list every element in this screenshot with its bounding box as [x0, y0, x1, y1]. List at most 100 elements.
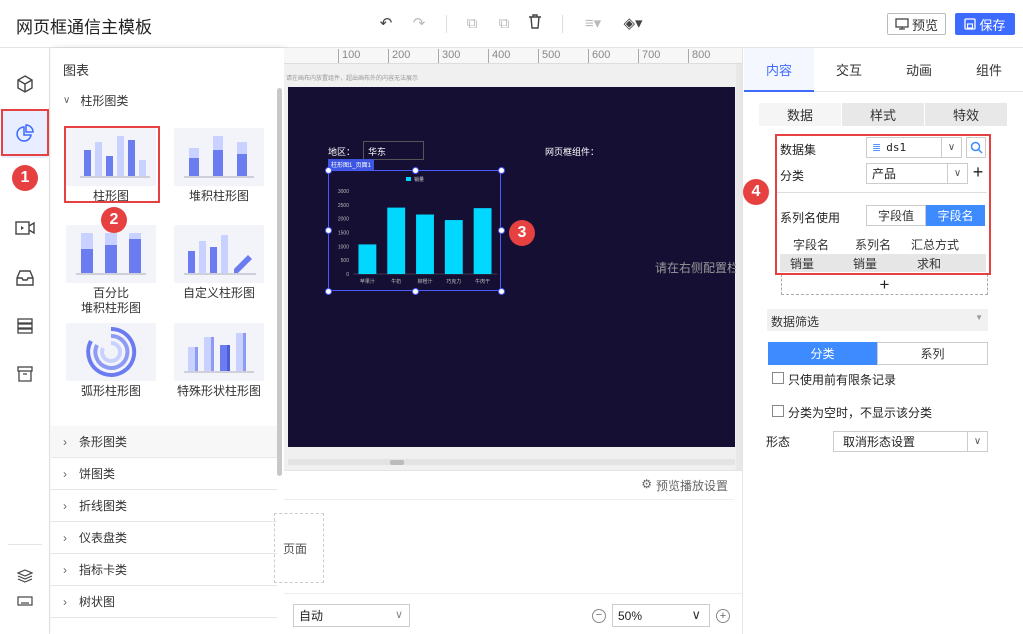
inbox-icon[interactable]	[0, 254, 50, 302]
archive-icon[interactable]	[0, 350, 50, 398]
chevron-down-icon: ∨	[394, 609, 403, 621]
add-field-button[interactable]: +	[781, 274, 988, 295]
redo-icon[interactable]: ↷	[409, 14, 429, 34]
chevron-right-icon: ›	[63, 562, 67, 577]
filter-tab-category[interactable]: 分类	[768, 342, 877, 365]
subtab-effects[interactable]: 特效	[925, 103, 1007, 126]
resize-handle[interactable]	[412, 288, 419, 295]
category-row[interactable]: › 饼图类	[51, 458, 277, 490]
chart-item-arc-bar[interactable]: 弧形柱形图	[61, 323, 161, 399]
category-bar-charts[interactable]: ∨ 柱形图类	[51, 86, 277, 114]
category-label: 条形图类	[79, 435, 128, 449]
chart-name: 百分比 堆积柱形图	[80, 286, 141, 315]
custom-bar-chart-icon	[174, 225, 264, 283]
keyboard-icon[interactable]	[0, 584, 50, 618]
region-label: 地区：	[328, 147, 356, 157]
zoom-select[interactable]: 50% ∨	[612, 604, 710, 627]
subtab-style[interactable]: 样式	[842, 103, 924, 126]
preview-button[interactable]: 预览	[887, 13, 946, 35]
canvas-h-scrollbar[interactable]	[288, 459, 735, 465]
delete-icon[interactable]	[525, 14, 545, 34]
tab-animation[interactable]: 动画	[884, 48, 954, 92]
page-thumbnail[interactable]: 页面	[274, 513, 324, 583]
chart-item-custom-bar[interactable]: 自定义柱形图	[169, 225, 269, 301]
right-hint: 请在右侧配置栏	[655, 261, 740, 275]
component-cube-icon[interactable]	[0, 60, 50, 108]
paste-icon[interactable]: ⧉	[494, 14, 514, 34]
y-tick-label: 1500	[338, 231, 349, 237]
category-row[interactable]: › 仪表盘类	[51, 522, 277, 554]
undo-icon[interactable]: ↶	[376, 14, 396, 34]
shape-select[interactable]: 取消形态设置 ∨	[833, 431, 988, 452]
h-scroll-thumb[interactable]	[390, 460, 404, 465]
page-manager: ⚙ 预览播放设置 页面 自动 ∨ − 50% ∨ +	[274, 470, 742, 634]
category-row[interactable]: › 指标卡类	[51, 554, 277, 586]
tab-content[interactable]: 内容	[744, 48, 814, 92]
annotation-box-2	[64, 126, 160, 203]
zoom-in-icon[interactable]: +	[716, 609, 730, 623]
chart-name: 自定义柱形图	[182, 286, 255, 300]
resize-handle[interactable]	[412, 167, 419, 174]
limit-checkbox[interactable]	[772, 372, 784, 384]
legend-label: 销量	[414, 176, 424, 183]
auto-select[interactable]: 自动 ∨	[293, 604, 410, 627]
save-label: 保存	[979, 17, 1006, 33]
ruler-tick: 200	[388, 49, 410, 63]
video-icon[interactable]	[0, 204, 50, 252]
chart-name: 弧形柱形图	[80, 384, 141, 398]
preview-settings[interactable]: ⚙ 预览播放设置	[641, 477, 728, 494]
annotation-badge-2: 2	[101, 207, 127, 233]
database-icon[interactable]	[0, 302, 50, 350]
monitor-icon	[895, 18, 909, 30]
canvas-hint: 请在画布内放置组件，超出画布外的内容无法展示	[286, 76, 419, 82]
chart-name: 堆积柱形图	[188, 189, 249, 203]
resize-handle[interactable]	[498, 288, 505, 295]
category-row[interactable]: › 条形图类	[51, 426, 277, 458]
category-row[interactable]: › 树状图	[51, 586, 277, 618]
chart-widget[interactable]: 0 500 1000 1500 2000 2500 3000 苹果汁 牛奶 柳橙汁 巧克力 牛肉干 销量	[328, 170, 501, 291]
frame-label: 网页框组件：	[545, 147, 600, 157]
resize-handle[interactable]	[325, 227, 332, 234]
filter-tab-series[interactable]: 系列	[877, 342, 988, 365]
resize-handle[interactable]	[325, 288, 332, 295]
zoom-out-icon[interactable]: −	[592, 609, 606, 623]
tab-component[interactable]: 组件	[954, 48, 1023, 92]
chart-item-percent-stacked-bar[interactable]: 百分比 堆积柱形图	[61, 225, 161, 316]
align-icon[interactable]: ≡▾	[580, 14, 606, 34]
category-label: 仪表盘类	[79, 531, 128, 545]
data-filter-header[interactable]: 数据筛选 ▼	[767, 309, 988, 331]
filter-label: 数据筛选	[771, 315, 820, 329]
layer-order-icon[interactable]: ◈▾	[620, 14, 646, 34]
resize-handle[interactable]	[325, 167, 332, 174]
auto-select-value: 自动	[299, 609, 324, 623]
chevron-right-icon: ›	[63, 498, 67, 513]
chart-item-stacked-bar[interactable]: 堆积柱形图	[169, 128, 269, 204]
annotation-badge-3: 3	[509, 220, 535, 246]
subtab-data[interactable]: 数据	[759, 103, 841, 126]
tab-interaction[interactable]: 交互	[814, 48, 884, 92]
panel-title: 图表	[63, 63, 90, 78]
legend-swatch	[406, 177, 411, 181]
chart-item-special-shape-bar[interactable]: 特殊形状柱形图	[169, 323, 269, 399]
y-tick-label: 3000	[338, 189, 349, 195]
ruler-tick: 600	[588, 49, 610, 63]
x-tick-label: 牛奶	[391, 278, 401, 285]
panel-scrollbar[interactable]	[277, 88, 282, 476]
copy-icon[interactable]: ⧉	[462, 14, 482, 34]
bar	[416, 214, 434, 274]
save-icon	[964, 18, 977, 30]
y-tick-label: 500	[341, 258, 350, 264]
save-button[interactable]: 保存	[955, 13, 1015, 35]
region-input[interactable]: 华东	[363, 141, 424, 160]
chevron-right-icon: ›	[63, 594, 67, 609]
gear-icon: ⚙	[641, 477, 652, 491]
category-row[interactable]: › 折线图类	[51, 490, 277, 522]
y-tick-label: 0	[346, 272, 349, 278]
percent-stacked-bar-icon	[66, 225, 156, 283]
resize-handle[interactable]	[498, 167, 505, 174]
dark-canvas[interactable]: 地区： 华东 网页框组件： 柱形图1_页面1 0 500 1000 1500 2000 2…	[288, 87, 739, 447]
x-tick-label: 柳橙汁	[417, 278, 432, 285]
resize-handle[interactable]	[498, 227, 505, 234]
preview-label: 预览	[911, 17, 938, 33]
empty-checkbox[interactable]	[772, 405, 784, 417]
